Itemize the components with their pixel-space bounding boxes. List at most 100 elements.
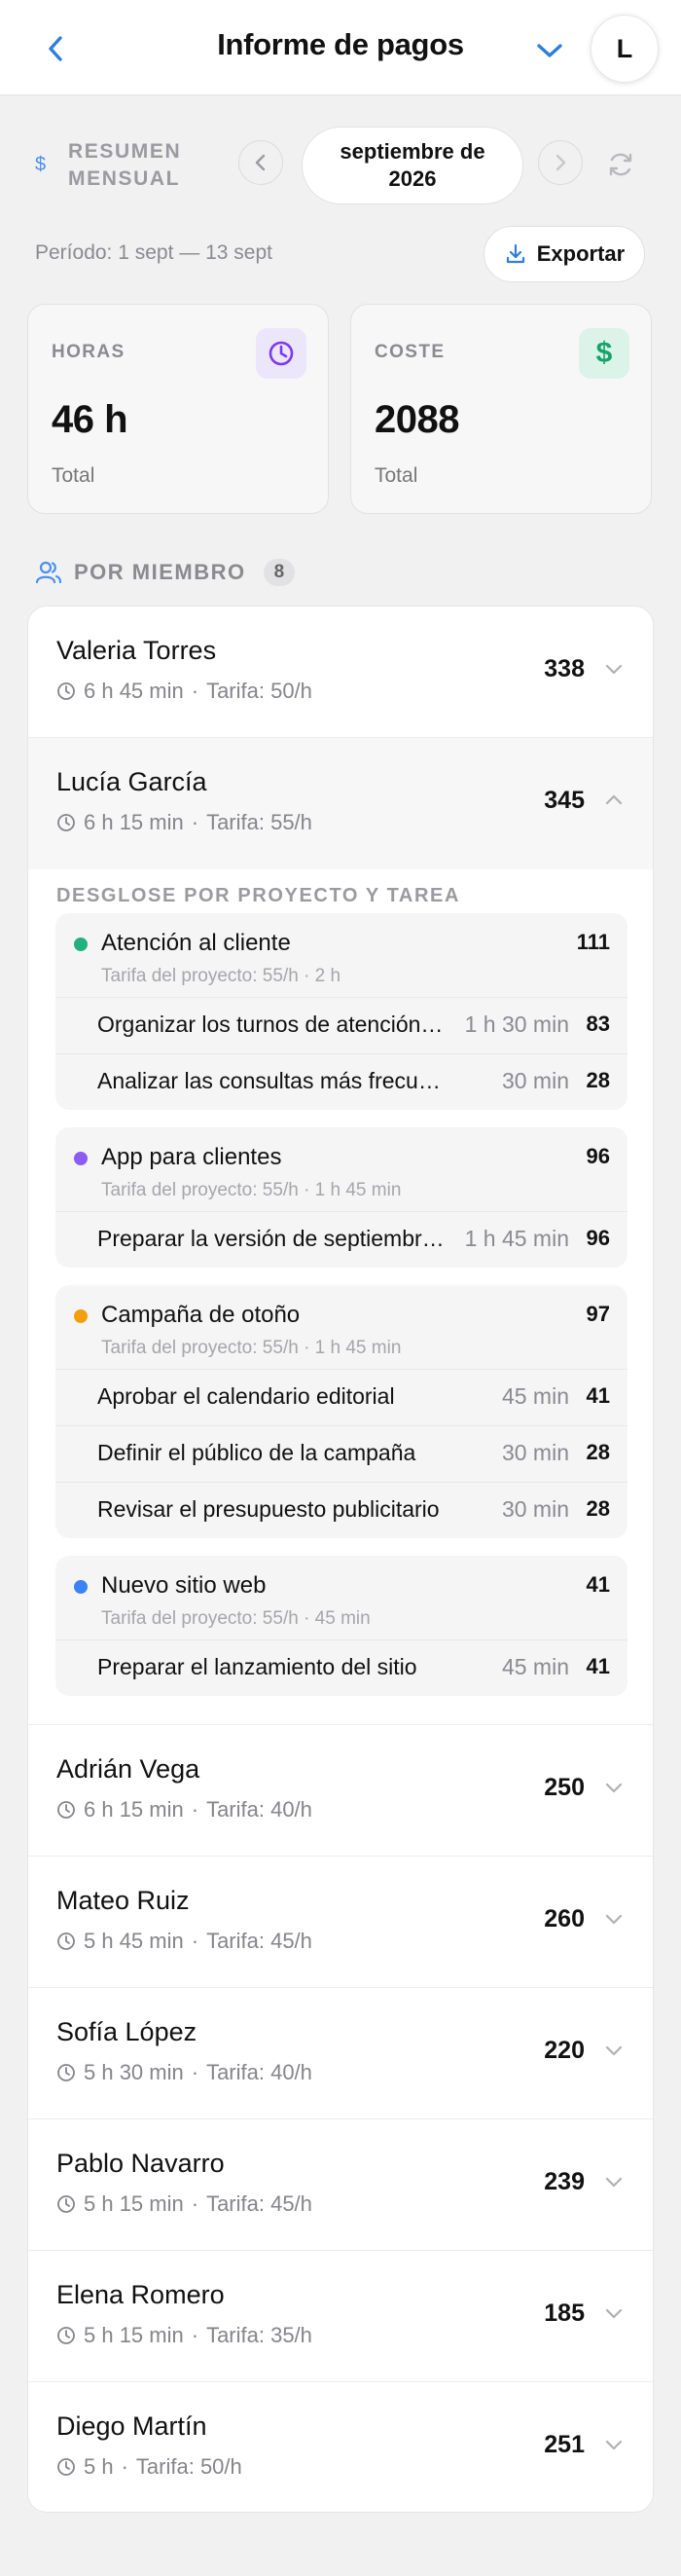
member-meta: 5 h 15 min · Tarifa: 35/h — [56, 2323, 312, 2348]
task-duration: 1 h 30 min — [464, 1012, 569, 1037]
project-header: App para clientes 96 Tarifa del proyecto: … — [55, 1127, 627, 1211]
task-row: Aprobar el calendario editorial 45 min 41 — [55, 1369, 627, 1425]
project-card: Nuevo sitio web 41 Tarifa del proyecto: 55… — [55, 1556, 627, 1696]
project-amount: 97 — [586, 1302, 610, 1326]
members-list: Valeria Torres 6 h 45 min · Tarifa: 50/h 338… — [27, 606, 654, 2513]
member-amount: 185 — [544, 2300, 585, 2327]
users-icon — [35, 561, 62, 584]
previous-month-button[interactable] — [238, 140, 283, 185]
member-name: Mateo Ruiz — [56, 1886, 190, 1915]
member-row[interactable]: Adrián Vega 6 h 15 min · Tarifa: 40/h 250 — [28, 1725, 653, 1857]
member-amount: 220 — [544, 2037, 585, 2064]
member-row[interactable]: Pablo Navarro 5 h 15 min · Tarifa: 45/h 239 — [28, 2119, 653, 2251]
task-duration: 30 min — [501, 1068, 569, 1093]
member-time: 5 h — [84, 2454, 114, 2479]
member-name: Adrián Vega — [56, 1754, 200, 1784]
project-name: App para clientes — [101, 1144, 282, 1170]
export-button[interactable]: Exportar — [484, 226, 645, 282]
chevron-right-icon — [556, 154, 566, 171]
clock-icon — [57, 2327, 75, 2344]
member-row[interactable]: Mateo Ruiz 5 h 45 min · Tarifa: 45/h 260 — [28, 1857, 653, 1988]
project-card: App para clientes 96 Tarifa del proyecto: … — [55, 1127, 627, 1268]
task-name: Preparar la versión de septiembre de la … — [97, 1226, 448, 1251]
export-label: Exportar — [536, 241, 626, 266]
task-name: Definir el público de la campaña — [97, 1440, 416, 1465]
breakdown-title: DESGLOSE POR PROYECTO Y TAREA — [56, 885, 460, 906]
member-rate: Tarifa: 45/h — [206, 1929, 312, 1953]
chevron-down-icon — [605, 1914, 623, 1925]
refresh-icon[interactable] — [605, 149, 636, 180]
member-time: 5 h 15 min — [84, 2323, 184, 2347]
monthly-summary-bar: $ RESUMEN MENSUAL septiembre de 2026 — [0, 95, 681, 237]
task-name: Preparar el lanzamiento del sitio — [97, 1654, 417, 1679]
task-amount: 28 — [586, 1440, 610, 1464]
chevron-down-icon — [537, 44, 562, 57]
member-meta: 5 h 15 min · Tarifa: 45/h — [56, 2191, 312, 2217]
member-rate: Tarifa: 55/h — [206, 810, 312, 834]
member-rate: Tarifa: 50/h — [135, 2454, 242, 2479]
app-header: Informe de pagos L — [0, 0, 681, 95]
task-amount: 28 — [586, 1496, 610, 1521]
project-amount: 96 — [586, 1144, 610, 1168]
member-name: Pablo Navarro — [56, 2149, 225, 2178]
task-duration: 45 min — [501, 1654, 569, 1679]
member-amount: 345 — [544, 787, 585, 814]
header-menu-button[interactable] — [530, 31, 569, 70]
meta-separator: · — [191, 1797, 199, 1822]
project-card: Atención al cliente 111 Tarifa del proyect… — [55, 913, 627, 1110]
member-row[interactable]: Valeria Torres 6 h 45 min · Tarifa: 50/h 338 — [28, 607, 653, 738]
chevron-down-icon — [605, 2177, 623, 2188]
chevron-down-icon — [605, 1783, 623, 1793]
project-header: Atención al cliente 111 Tarifa del proyect… — [55, 913, 627, 997]
member-rate: Tarifa: 45/h — [206, 2191, 312, 2216]
member-name: Diego Martín — [56, 2411, 207, 2441]
chevron-down-icon — [605, 2045, 623, 2056]
clock-icon — [256, 328, 306, 379]
project-color-dot — [74, 1152, 88, 1165]
project-amount: 111 — [576, 930, 610, 954]
project-color-dot — [74, 938, 88, 951]
task-row: Revisar el presupuesto publicitario 30 mi… — [55, 1482, 627, 1538]
member-time: 6 h 15 min — [84, 1797, 184, 1822]
members-count-badge: 8 — [263, 559, 296, 586]
task-duration: 30 min — [501, 1496, 569, 1522]
meta-separator: · — [191, 810, 199, 834]
project-header: Campaña de otoño 97 Tarifa del proyecto: 5… — [55, 1285, 627, 1369]
month-selector[interactable]: septiembre de 2026 — [302, 127, 523, 204]
clock-icon — [57, 2195, 75, 2213]
chevron-down-icon — [605, 2308, 623, 2319]
clock-icon — [57, 2458, 75, 2476]
member-row[interactable]: Lucía García 6 h 15 min · Tarifa: 55/h 345 — [28, 738, 653, 869]
hours-label: HORAS — [52, 342, 125, 362]
meta-separator: · — [191, 679, 199, 703]
member-rate: Tarifa: 40/h — [206, 1797, 312, 1822]
project-card: Campaña de otoño 97 Tarifa del proyecto: 5… — [55, 1285, 627, 1538]
task-row: Analizar las consultas más frecuentes 30 … — [55, 1053, 627, 1110]
member-row[interactable]: Sofía López 5 h 30 min · Tarifa: 40/h 220 — [28, 1988, 653, 2119]
period-range: Período: 1 sept — 13 sept — [35, 241, 272, 264]
member-name: Lucía García — [56, 767, 207, 796]
page-title: Informe de pagos — [217, 27, 464, 61]
cost-sub: Total — [375, 464, 418, 487]
task-amount: 41 — [586, 1654, 610, 1678]
project-name: Nuevo sitio web — [101, 1572, 267, 1599]
member-row[interactable]: Diego Martín 5 h · Tarifa: 50/h 251 — [28, 2382, 653, 2512]
task-duration: 1 h 45 min — [464, 1226, 569, 1251]
member-name: Valeria Torres — [56, 636, 217, 665]
member-name: Elena Romero — [56, 2280, 225, 2309]
member-amount: 251 — [544, 2431, 585, 2458]
member-amount: 250 — [544, 1774, 585, 1801]
dollar-icon: $ — [579, 328, 629, 379]
task-row: Definir el público de la campaña 30 min 28 — [55, 1425, 627, 1482]
member-row[interactable]: Elena Romero 5 h 15 min · Tarifa: 35/h 185 — [28, 2251, 653, 2382]
next-month-button[interactable] — [538, 140, 583, 185]
member-breakdown: DESGLOSE POR PROYECTO Y TAREA Atención al… — [28, 869, 653, 1725]
avatar[interactable]: L — [591, 15, 659, 83]
member-time: 5 h 15 min — [84, 2191, 184, 2216]
member-meta: 5 h 45 min · Tarifa: 45/h — [56, 1929, 312, 1954]
project-color-dot — [74, 1580, 88, 1594]
member-meta: 6 h 15 min · Tarifa: 55/h — [56, 810, 312, 835]
members-section-header: POR MIEMBRO 8 — [35, 553, 296, 592]
task-name: Organizar los turnos de atención al clie… — [97, 1012, 448, 1037]
members-section-label: POR MIEMBRO — [74, 560, 246, 584]
